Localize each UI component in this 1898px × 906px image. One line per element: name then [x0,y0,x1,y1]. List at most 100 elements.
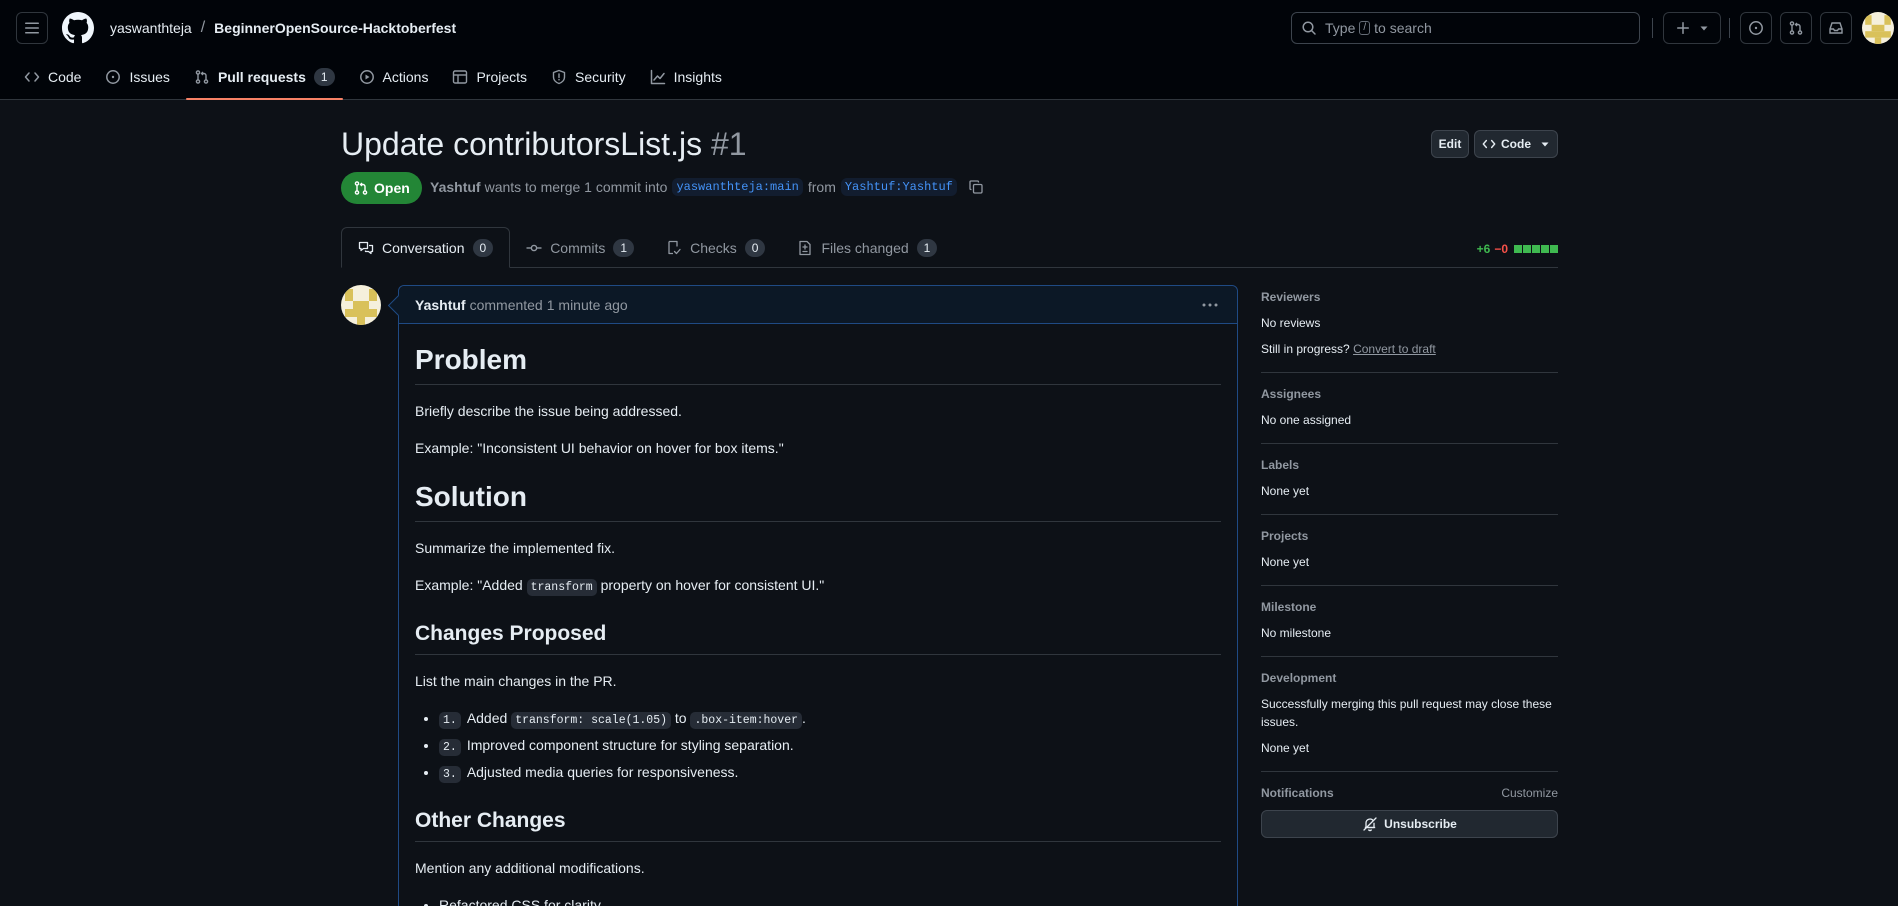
diffstat-deletions: −0 [1494,242,1508,256]
tab-checks-label: Checks [690,239,737,256]
search-shortcut-key: / [1359,21,1371,35]
pr-number: #1 [710,126,747,162]
user-avatar[interactable] [1862,12,1894,44]
diffstat-bar [1514,245,1558,253]
sidebar-heading-label: Labels [1261,458,1300,472]
pr-state-label: Open [374,180,410,196]
pull-requests-button[interactable] [1780,12,1812,44]
plus-icon [1677,22,1689,34]
problem-text: Briefly describe the issue being address… [415,403,682,419]
tab-checks[interactable]: Checks 0 [650,227,781,268]
breadcrumb-separator: / [200,18,206,36]
heading-problem: Problem [415,344,1221,385]
pr-meta: Yashtuf wants to merge 1 commit into yas… [430,178,984,196]
code-button-label: Code [1501,137,1531,151]
comment-header: Yashtuf commented 1 minute ago [399,286,1237,324]
tab-conversation[interactable]: Conversation 0 [341,227,511,268]
code-dropdown-button[interactable]: Code [1474,130,1558,158]
copy-icon [969,180,983,194]
sidebar-milestone-value: No milestone [1261,626,1332,640]
customize-notifications-link[interactable]: Customize [1501,786,1558,800]
comment-options-button[interactable] [1201,298,1219,312]
comment-discussion-icon [358,241,374,254]
git-pull-request-icon [1789,21,1803,35]
sidebar-heading-label: Projects [1261,529,1309,543]
menu-button[interactable] [16,11,48,44]
repo-tab-issues-label: Issues [129,69,170,85]
comment-author-avatar[interactable] [341,285,381,325]
sidebar-milestone-heading[interactable]: Milestone [1261,600,1558,614]
repo-tab-pull-requests[interactable]: Pull requests 1 [185,55,343,100]
checklist-icon [668,240,681,254]
diffstat-block [1550,245,1558,253]
sidebar-heading-label: Notifications [1261,786,1334,800]
comment-body: Problem Briefly describe the issue being… [399,324,1237,906]
play-icon [359,70,374,84]
sidebar-projects-heading[interactable]: Projects [1261,529,1558,543]
tab-commits[interactable]: Commits 1 [510,227,650,268]
kebab-horizontal-icon [1202,303,1218,307]
search-input[interactable]: Type / to search [1291,12,1640,44]
tab-files-changed-label: Files changed [821,239,909,256]
list-item: 2. Improved component structure for styli… [439,735,1221,758]
code-icon [24,72,40,82]
code-icon [1482,139,1496,149]
shield-icon [552,69,566,85]
unsubscribe-button[interactable]: Unsubscribe [1261,810,1558,838]
sidebar-development-heading[interactable]: Development [1261,671,1558,685]
inbox-button[interactable] [1820,12,1852,44]
inline-code: transform: scale(1.05) [511,712,672,729]
sidebar-labels-value: None yet [1261,484,1310,498]
list-text: Adjusted media queries for responsivenes… [466,764,739,780]
sidebar-assignees-heading[interactable]: Assignees [1261,387,1558,401]
sidebar-assignees: Assignees No one assigned [1261,387,1558,444]
pr-description-comment: Yashtuf commented 1 minute ago Problem B… [398,285,1238,906]
list-item: 1. Added transform: scale(1.05) to .box-i… [439,708,1221,731]
repo-tab-insights-label: Insights [673,69,722,85]
comment-author[interactable]: Yashtuf [415,297,466,313]
list-item: Refactored CSS for clarity. [439,895,1221,906]
problem-example: Example: "Inconsistent UI behavior on ho… [415,440,784,456]
issues-button[interactable] [1740,12,1772,44]
tab-files-changed[interactable]: Files changed 1 [781,227,953,268]
create-new-button[interactable] [1663,12,1721,44]
breadcrumb-owner[interactable]: yaswanthteja [110,20,192,36]
sidebar-labels-heading[interactable]: Labels [1261,458,1558,472]
inbox-icon [1829,22,1843,34]
tab-checks-count: 0 [744,238,766,257]
header-actions [1652,12,1894,44]
convert-to-draft-link[interactable]: Convert to draft [1353,342,1436,356]
repo-tab-security[interactable]: Security [543,55,634,99]
sidebar-notifications-heading: Notifications Customize [1261,786,1558,800]
solution-example: Example: "Added transform property on ho… [415,575,1221,598]
triangle-down-icon [1541,142,1549,147]
list-text: Improved component structure for styling… [466,737,794,753]
pr-state-badge: Open [341,172,422,204]
pr-title-text: Update contributorsList.js [341,126,703,162]
diffstat: +6 −0 [1477,242,1558,256]
sidebar-projects-value: None yet [1261,555,1310,569]
base-branch[interactable]: yaswanthteja:main [672,178,803,196]
list-text: to [674,710,687,726]
repo-tab-issues[interactable]: Issues [97,55,177,99]
repo-tab-projects[interactable]: Projects [444,55,535,99]
repo-tab-code[interactable]: Code [16,55,89,99]
pr-author-link[interactable]: Yashtuf [430,179,481,195]
edit-button[interactable]: Edit [1431,130,1469,158]
search-placeholder-post: to search [1374,20,1432,36]
pr-tabs: Conversation 0 Commits 1 Checks 0 Files … [341,227,1558,268]
diffstat-block [1532,245,1540,253]
comment-action: commented [469,296,543,313]
head-branch[interactable]: Yashtuf:Yashtuf [840,178,957,196]
copy-branch-button[interactable] [968,179,984,195]
git-pull-request-icon [354,181,368,195]
repo-tab-insights[interactable]: Insights [642,55,730,99]
pr-sidebar: Reviewers No reviews Still in progress? … [1261,290,1558,838]
comment-timestamp[interactable]: 1 minute ago [547,297,628,313]
sidebar-reviewers-heading[interactable]: Reviewers [1261,290,1558,304]
repo-tab-pull-requests-label: Pull requests [217,69,306,85]
repo-tab-actions[interactable]: Actions [351,55,437,99]
breadcrumb-repo[interactable]: BeginnerOpenSource-Hacktoberfest [214,20,456,36]
sidebar-heading-label: Development [1261,671,1337,685]
github-logo-icon[interactable] [62,11,94,44]
